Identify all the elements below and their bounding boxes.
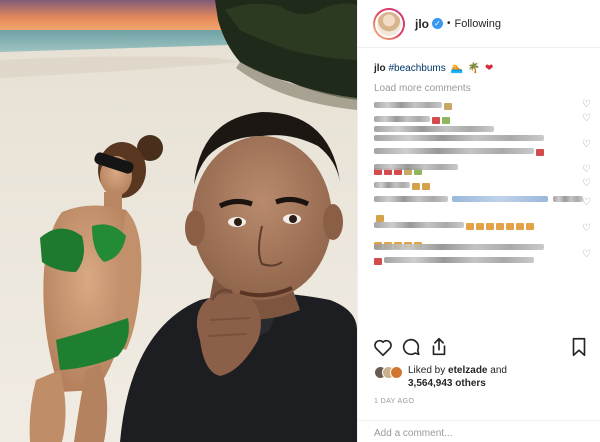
post-caption: jlo #beachbums 🏊 🌴 ❤: [374, 63, 493, 74]
likes-count: 3,564,943: [408, 378, 453, 389]
comment-row: ♡: [374, 178, 592, 192]
comment-row: ♡: [374, 126, 592, 176]
small-heart-icon[interactable]: ♡: [582, 198, 592, 208]
beach-selfie-image: [0, 0, 357, 442]
likes-others: others: [455, 378, 486, 389]
profile-avatar[interactable]: [373, 7, 405, 40]
palm-tree-emoji-icon: 🌴: [467, 63, 481, 74]
small-heart-icon[interactable]: ♡: [582, 140, 592, 150]
small-heart-icon[interactable]: ♡: [582, 114, 592, 124]
verified-badge-icon: ✓: [432, 18, 443, 29]
small-heart-icon[interactable]: ♡: [582, 250, 592, 260]
liked-by-user-link[interactable]: etelzade: [448, 365, 487, 376]
header-separator: •: [447, 18, 451, 29]
heart-outline-icon[interactable]: [372, 336, 396, 360]
avatar: [390, 366, 403, 379]
add-comment-field[interactable]: Add a comment...: [358, 420, 600, 442]
post-timestamp[interactable]: 1 DAY AGO: [374, 398, 414, 405]
header-username[interactable]: jlo: [415, 17, 429, 31]
comment-row: ♡: [374, 98, 592, 112]
small-heart-icon[interactable]: ♡: [582, 179, 592, 189]
caption-username[interactable]: jlo: [374, 63, 386, 74]
post-header: jlo ✓ • Following: [358, 0, 600, 48]
small-heart-icon[interactable]: ♡: [582, 224, 592, 234]
comments-list: ♡ ♡ ♡ ♡ ♡ ♡ ♡ ♡: [374, 98, 592, 270]
comment-row: ♡: [374, 164, 592, 178]
small-heart-icon[interactable]: ♡: [582, 100, 592, 110]
post-photo[interactable]: [0, 0, 357, 442]
comment-row: ♡: [374, 244, 592, 270]
post-actions-bar: [372, 336, 592, 360]
comment-row: ♡: [374, 112, 592, 126]
comment-row: ♡: [374, 218, 592, 250]
liked-by-and: and: [490, 365, 507, 376]
likes-count-link[interactable]: 3,564,943 others: [408, 378, 486, 389]
comment-row: ♡: [374, 192, 592, 223]
likes-text: Liked by etelzade and 3,564,943 others: [408, 364, 588, 390]
post-details-panel: jlo ✓ • Following jlo #beachbums 🏊 🌴 ❤ L…: [357, 0, 600, 442]
swimmer-emoji-icon: 🏊: [450, 63, 463, 74]
share-icon[interactable]: [428, 336, 452, 360]
load-more-comments[interactable]: Load more comments: [374, 83, 471, 94]
heart-emoji-icon: ❤: [484, 63, 494, 74]
liker-avatars[interactable]: [374, 366, 408, 380]
following-button[interactable]: Following: [455, 18, 501, 30]
small-heart-icon[interactable]: ♡: [582, 165, 592, 175]
comment-bubble-icon[interactable]: [400, 336, 424, 360]
caption-hashtag[interactable]: #beachbums: [388, 63, 445, 74]
bookmark-icon[interactable]: [568, 336, 592, 360]
add-comment-placeholder: Add a comment...: [374, 428, 453, 439]
liked-by-prefix: Liked by: [408, 365, 446, 376]
